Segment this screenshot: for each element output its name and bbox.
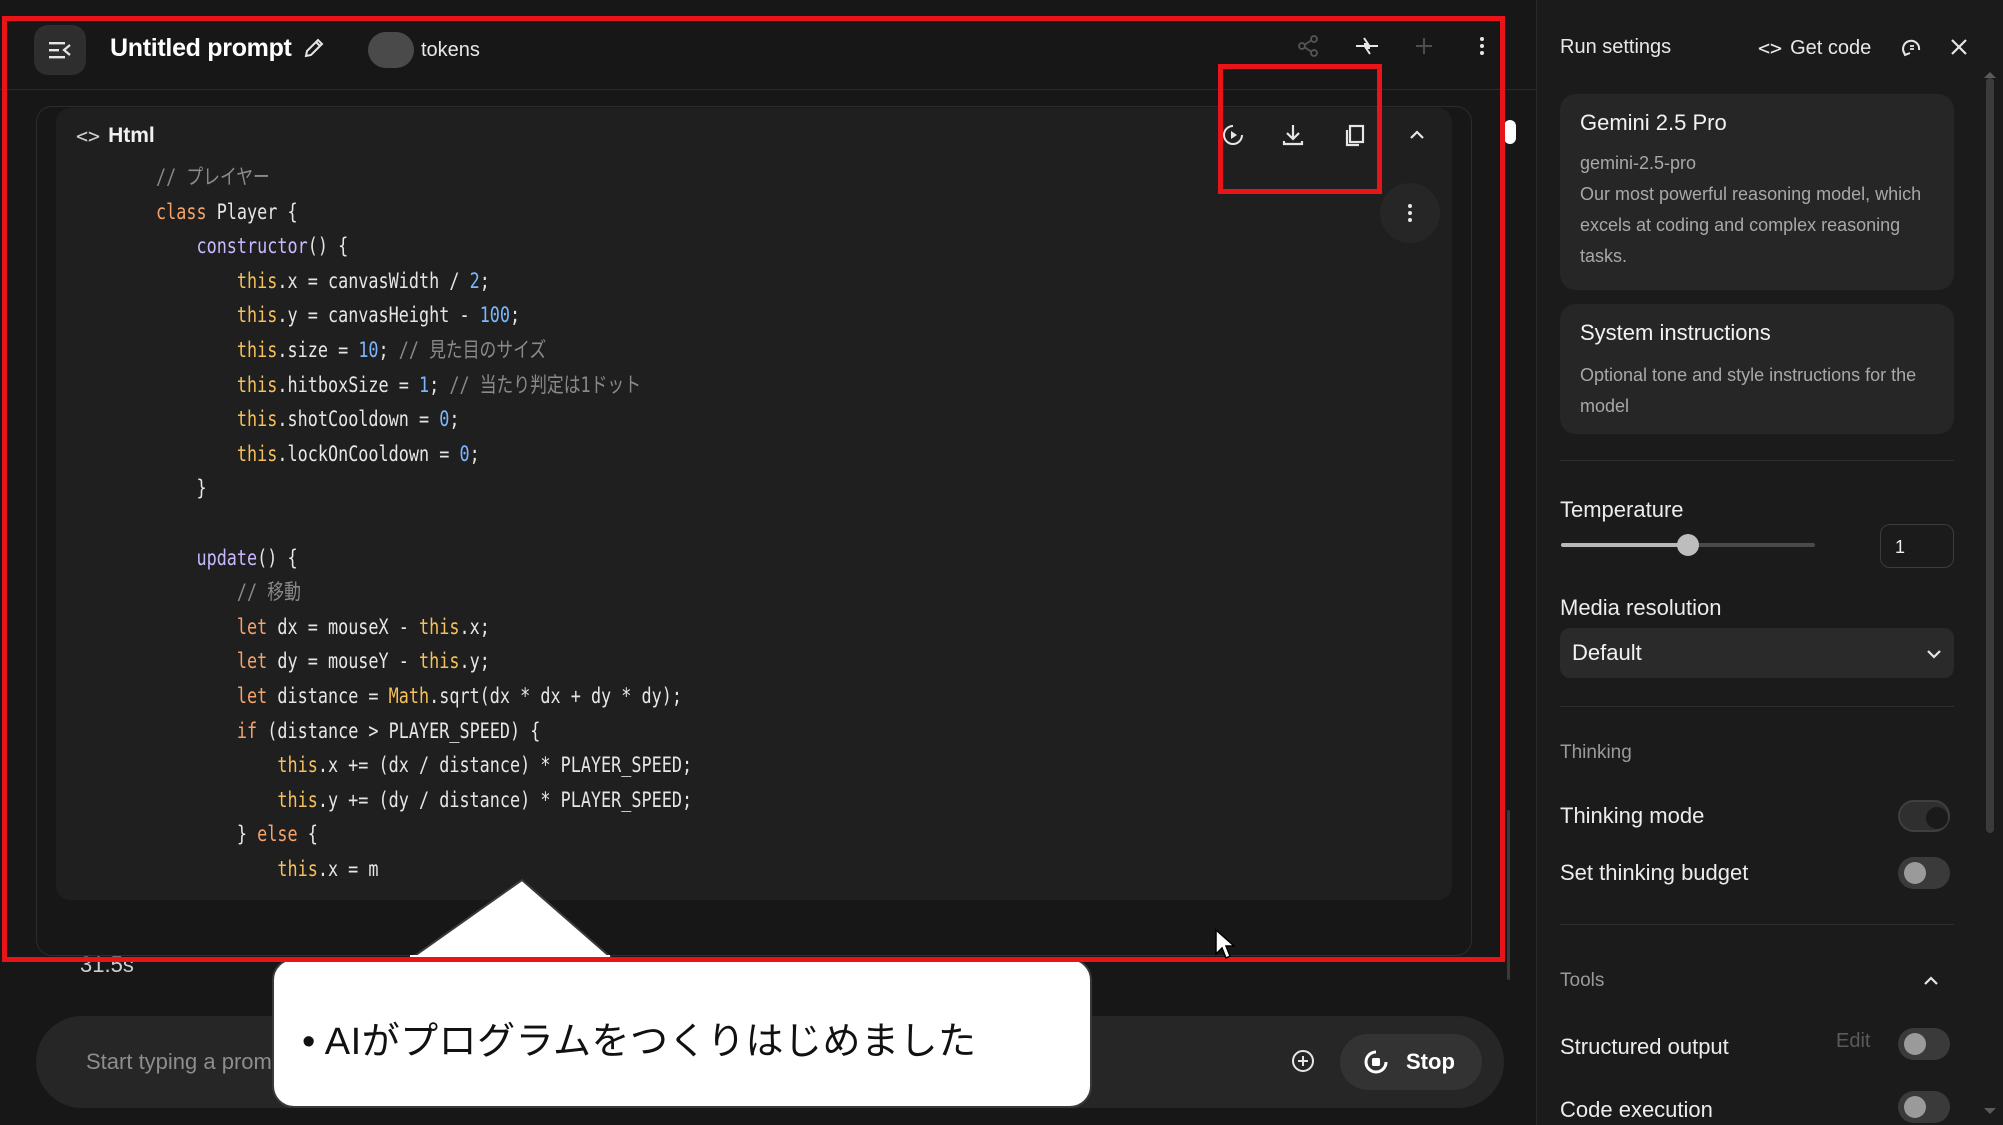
get-code-button[interactable]: <> Get code: [1758, 36, 1871, 60]
run-settings-title: Run settings: [1560, 36, 1672, 58]
toggle-knob: [1926, 807, 1948, 829]
toggle-knob: [1904, 862, 1926, 884]
structured-output-toggle[interactable]: [1898, 1028, 1950, 1060]
divider: [1560, 460, 1954, 461]
highlight-box-code-actions: [1218, 64, 1382, 194]
thinking-section-label: Thinking: [1560, 742, 1632, 763]
close-panel-button[interactable]: [1948, 36, 1970, 63]
main-scrollbar[interactable]: [1507, 810, 1510, 980]
system-instructions-title: System instructions: [1580, 320, 1771, 345]
add-circle-icon: [1292, 1050, 1314, 1072]
mouse-cursor-icon: [1215, 928, 1236, 960]
stop-label: Stop: [1406, 1049, 1455, 1074]
scroll-down-icon[interactable]: [1982, 1106, 1998, 1116]
thinking-budget-label: Set thinking budget: [1560, 860, 1749, 885]
stop-circle-icon: [1364, 1050, 1388, 1074]
model-card[interactable]: Gemini 2.5 Pro gemini-2.5-pro Our most p…: [1560, 94, 1954, 290]
chevron-down-icon: [1927, 650, 1941, 659]
system-instructions-card[interactable]: System instructions Optional tone and st…: [1560, 304, 1954, 434]
model-description: Our most powerful reasoning model, which…: [1580, 184, 1922, 266]
toggle-knob: [1904, 1096, 1926, 1118]
code-execution-toggle[interactable]: [1898, 1091, 1950, 1123]
system-instructions-placeholder: Optional tone and style instructions for…: [1580, 365, 1917, 416]
toggle-knob: [1904, 1033, 1926, 1055]
thinking-mode-label: Thinking mode: [1560, 803, 1705, 828]
structured-output-edit-link[interactable]: Edit: [1836, 1030, 1870, 1053]
structured-output-label: Structured output: [1560, 1034, 1729, 1059]
temperature-slider-fill: [1561, 543, 1688, 547]
media-resolution-select[interactable]: Default: [1560, 628, 1954, 678]
code-execution-label: Code execution: [1560, 1097, 1713, 1122]
divider: [1560, 924, 1954, 925]
scroll-up-icon[interactable]: [1982, 70, 1998, 80]
prompt-input-placeholder[interactable]: Start typing a prompt: [86, 1049, 290, 1075]
get-code-label: Get code: [1790, 36, 1872, 59]
temperature-input[interactable]: 1: [1880, 524, 1954, 568]
chevron-up-icon[interactable]: [1920, 970, 1942, 992]
divider: [1560, 706, 1954, 707]
temperature-slider-thumb[interactable]: [1677, 534, 1699, 556]
temperature-label: Temperature: [1560, 497, 1684, 522]
reset-settings-button[interactable]: [1900, 36, 1924, 65]
media-resolution-label: Media resolution: [1560, 595, 1722, 620]
add-media-button[interactable]: [1290, 1048, 1316, 1079]
model-name: Gemini 2.5 Pro: [1580, 110, 1727, 135]
settings-scrollbar[interactable]: [1986, 78, 1994, 833]
stop-button[interactable]: Stop: [1340, 1034, 1482, 1090]
model-id: gemini-2.5-pro: [1580, 153, 1697, 173]
close-icon: [1951, 39, 1967, 55]
main-scroll-indicator[interactable]: [1504, 120, 1516, 144]
tools-section-label: Tools: [1560, 970, 1605, 991]
reset-icon: [1902, 39, 1921, 57]
callout-text: • AIがプログラムをつくりはじめました: [302, 1021, 977, 1063]
code-icon: <>: [1758, 36, 1783, 60]
thinking-budget-toggle[interactable]: [1898, 857, 1950, 889]
thinking-mode-toggle[interactable]: [1898, 800, 1950, 832]
